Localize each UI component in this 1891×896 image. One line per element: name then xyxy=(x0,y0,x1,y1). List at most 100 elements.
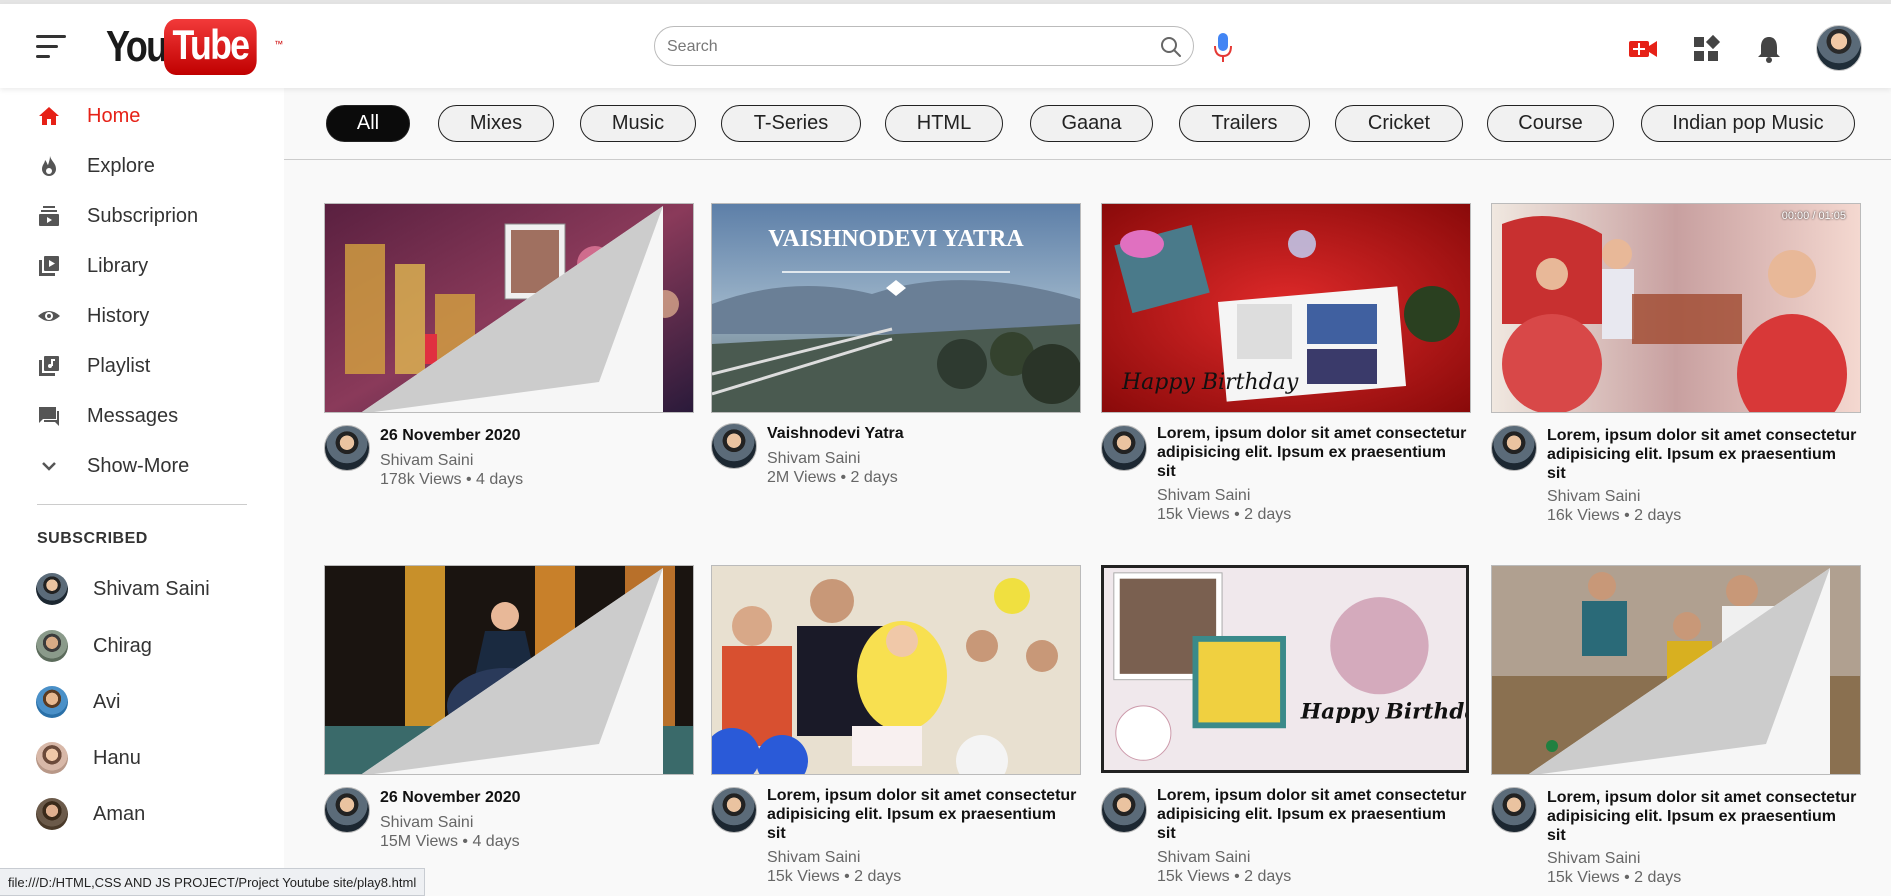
chip-gaana[interactable]: Gaana xyxy=(1030,105,1153,142)
video-stats: 15k Views • 2 days xyxy=(1157,868,1292,885)
channel-avatar[interactable] xyxy=(324,425,370,471)
chat-icon xyxy=(39,407,59,426)
subscription-name: Shivam Saini xyxy=(93,577,210,600)
video-thumbnail[interactable]: 00:00 / 01:05 xyxy=(1491,203,1861,413)
video-card: 00:00 / 01:05 Lorem, ipsum dolor sit ame… xyxy=(1491,203,1863,524)
channel-avatar[interactable] xyxy=(324,787,370,833)
video-thumbnail[interactable]: Happy Birthday Himani xyxy=(1101,565,1469,773)
video-title[interactable]: Lorem, ipsum dolor sit amet consectetur … xyxy=(1547,788,1857,845)
video-card: Lorem, ipsum dolor sit amet consectetur … xyxy=(711,565,1083,885)
video-card: VAISHNODEVI YATRA Vaishnodevi Yatra Shiv… xyxy=(711,203,1083,493)
subscription-item[interactable]: Avi xyxy=(0,679,284,725)
browser-status-bar: file:///D:/HTML,CSS AND JS PROJECT/Proje… xyxy=(0,868,426,896)
video-thumbnail[interactable] xyxy=(711,565,1081,775)
create-video-icon[interactable] xyxy=(1628,34,1658,64)
channel-name[interactable]: Shivam Saini xyxy=(1547,488,1640,506)
sidebar-item-label: Explore xyxy=(87,154,155,177)
page-curl-decoration xyxy=(1528,568,1830,774)
channel-name[interactable]: Shivam Saini xyxy=(380,814,473,832)
notifications-bell-icon[interactable] xyxy=(1754,34,1784,64)
channel-name[interactable]: Shivam Saini xyxy=(380,452,473,470)
channel-name[interactable]: Shivam Saini xyxy=(767,849,860,867)
chip-t-series[interactable]: T-Series xyxy=(721,105,861,142)
subscription-item[interactable]: Chirag xyxy=(0,623,284,669)
search-input[interactable] xyxy=(665,35,1139,59)
subscription-name: Chirag xyxy=(93,634,152,657)
channel-avatar[interactable] xyxy=(1491,787,1537,833)
page-curl-decoration xyxy=(361,568,663,774)
video-title[interactable]: Lorem, ipsum dolor sit amet consectetur … xyxy=(1157,424,1467,481)
chip-trailers[interactable]: Trailers xyxy=(1179,105,1310,142)
user-avatar[interactable] xyxy=(1816,25,1862,71)
subscription-item[interactable]: Hanu xyxy=(0,735,284,781)
video-title[interactable]: Vaishnodevi Yatra xyxy=(767,424,1077,443)
sidebar-item-show-more[interactable]: Show-More xyxy=(0,442,284,490)
hamburger-menu-icon[interactable] xyxy=(36,35,66,59)
subscription-item[interactable]: Aman xyxy=(0,791,284,837)
logo-text-you: You xyxy=(106,22,168,71)
channel-avatar[interactable] xyxy=(1101,425,1147,471)
video-stats: 15k Views • 2 days xyxy=(1547,869,1682,886)
playlist-icon xyxy=(39,356,59,376)
channel-name[interactable]: Shivam Saini xyxy=(1157,487,1250,505)
search-box xyxy=(654,26,1194,66)
subscription-name: Hanu xyxy=(93,746,141,769)
chip-mixes[interactable]: Mixes xyxy=(438,105,554,142)
channel-avatar xyxy=(36,798,68,830)
video-stats: 15M Views • 4 days xyxy=(380,833,520,850)
chip-all[interactable]: All xyxy=(326,105,410,142)
thumbnail-overlay-text: Happy Birthday xyxy=(1121,370,1299,395)
chip-cricket[interactable]: Cricket xyxy=(1335,105,1463,142)
channel-avatar[interactable] xyxy=(711,787,757,833)
video-title[interactable]: Lorem, ipsum dolor sit amet consectetur … xyxy=(1157,786,1467,843)
chip-course[interactable]: Course xyxy=(1487,105,1614,142)
top-header: You Tube ™ xyxy=(0,4,1891,88)
sidebar-item-explore[interactable]: Explore xyxy=(0,142,284,190)
video-thumbnail[interactable]: VAISHNODEVI YATRA xyxy=(711,203,1081,413)
chip-music[interactable]: Music xyxy=(580,105,696,142)
video-title[interactable]: 26 November 2020 xyxy=(380,788,690,807)
sidebar-item-label: Home xyxy=(87,104,141,127)
sidebar-item-messages[interactable]: Messages xyxy=(0,392,284,440)
channel-avatar[interactable] xyxy=(1101,787,1147,833)
video-thumbnail[interactable]: Happy Birthday xyxy=(1101,203,1471,413)
video-thumbnail[interactable] xyxy=(324,203,694,413)
sidebar-item-label: Library xyxy=(87,254,149,277)
sidebar-divider xyxy=(37,504,247,505)
video-thumbnail[interactable] xyxy=(324,565,694,775)
flame-icon xyxy=(42,156,56,176)
video-card: Happy Birthday Lorem, ipsum dolor sit am… xyxy=(1101,203,1473,523)
subscription-item[interactable]: Shivam Saini xyxy=(0,566,284,612)
channel-name[interactable]: Shivam Saini xyxy=(1157,849,1250,867)
channel-avatar xyxy=(36,686,68,718)
channel-name[interactable]: Shivam Saini xyxy=(767,450,860,468)
apps-grid-icon[interactable] xyxy=(1691,34,1721,64)
chip-indian-pop-music[interactable]: Indian pop Music xyxy=(1641,105,1855,142)
video-thumbnail[interactable] xyxy=(1491,565,1861,775)
video-card: 26 November 2020 Shivam Saini 15M Views … xyxy=(324,565,696,855)
logo-text-tube: Tube xyxy=(163,19,257,75)
subscription-name: Avi xyxy=(93,690,121,713)
sidebar-item-history[interactable]: History xyxy=(0,292,284,340)
chip-html[interactable]: HTML xyxy=(885,105,1003,142)
library-icon xyxy=(39,256,59,276)
search-icon[interactable] xyxy=(1159,35,1183,59)
sidebar-item-label: History xyxy=(87,304,150,327)
video-title[interactable]: 26 November 2020 xyxy=(380,426,690,445)
sidebar-item-label: Messages xyxy=(87,404,179,427)
thumbnail-overlay-text: VAISHNODEVI YATRA xyxy=(768,226,1024,252)
eye-icon xyxy=(38,311,60,321)
video-title[interactable]: Lorem, ipsum dolor sit amet consectetur … xyxy=(767,786,1077,843)
sidebar-item-subscriptions[interactable]: Subscriprion xyxy=(0,192,284,240)
channel-name[interactable]: Shivam Saini xyxy=(1547,850,1640,868)
channel-avatar[interactable] xyxy=(711,423,757,469)
sidebar-item-playlist[interactable]: Playlist xyxy=(0,342,284,390)
youtube-logo[interactable]: You Tube ™ xyxy=(106,19,283,75)
sidebar-item-library[interactable]: Library xyxy=(0,242,284,290)
microphone-icon[interactable] xyxy=(1211,31,1235,65)
channel-avatar[interactable] xyxy=(1491,425,1537,471)
video-card: 26 November 2020 Shivam Saini 178k Views… xyxy=(324,203,696,493)
video-title[interactable]: Lorem, ipsum dolor sit amet consectetur … xyxy=(1547,426,1857,483)
sidebar-item-home[interactable]: Home xyxy=(0,92,284,140)
home-icon xyxy=(39,107,59,125)
